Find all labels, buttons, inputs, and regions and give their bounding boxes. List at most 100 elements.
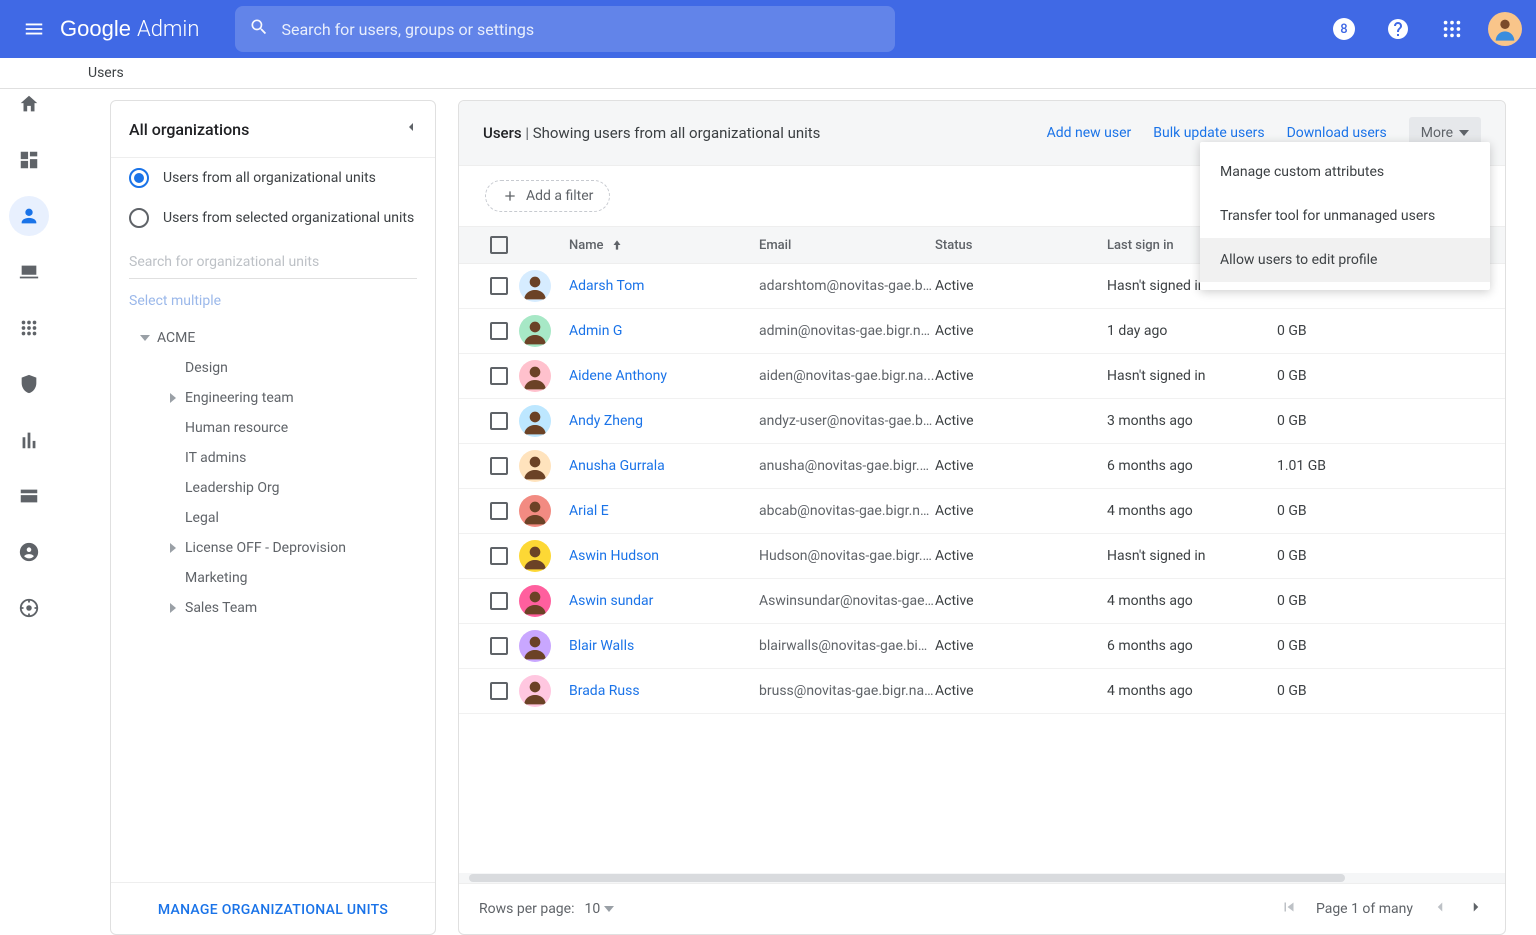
row-checkbox[interactable] bbox=[490, 322, 508, 340]
tree-item[interactable]: Leadership Org bbox=[125, 473, 429, 503]
row-checkbox[interactable] bbox=[490, 592, 508, 610]
row-checkbox[interactable] bbox=[490, 367, 508, 385]
user-email: Hudson@novitas-gae.bigr.n... bbox=[759, 548, 935, 564]
nav-rules-icon[interactable] bbox=[9, 588, 49, 628]
table-row[interactable]: Brada Russbruss@novitas-gae.bigr.na...Ac… bbox=[459, 669, 1505, 714]
updates-badge[interactable]: 8 bbox=[1326, 11, 1362, 47]
app-logo[interactable]: Google Admin bbox=[60, 16, 199, 42]
menu-transfer-tool[interactable]: Transfer tool for unmanaged users bbox=[1200, 194, 1490, 238]
table-row[interactable]: Aswin sundarAswinsundar@novitas-gae...Ac… bbox=[459, 579, 1505, 624]
user-name-link[interactable]: Brada Russ bbox=[569, 683, 640, 699]
user-storage: 0 GB bbox=[1277, 368, 1417, 384]
breadcrumb[interactable]: Users bbox=[78, 58, 134, 88]
user-name-link[interactable]: Admin G bbox=[569, 323, 622, 339]
tree-item-label: Design bbox=[185, 360, 421, 376]
breadcrumb-divider bbox=[0, 88, 1536, 89]
rows-per-page-select[interactable]: 10 bbox=[584, 901, 614, 917]
user-name-link[interactable]: Adarsh Tom bbox=[569, 278, 644, 294]
row-checkbox[interactable] bbox=[490, 457, 508, 475]
user-avatar-icon bbox=[519, 315, 551, 347]
logo-google: Google bbox=[60, 16, 131, 42]
user-email: aiden@novitas-gae.bigr.na... bbox=[759, 368, 935, 384]
table-row[interactable]: Aidene Anthony aiden@novitas-gae.bigr.na.… bbox=[459, 354, 1505, 399]
table-row[interactable]: Arial Eabcab@novitas-gae.bigr.na...Activ… bbox=[459, 489, 1505, 534]
nav-apps-grid-icon[interactable] bbox=[9, 308, 49, 348]
tree-item[interactable]: Legal bbox=[125, 503, 429, 533]
menu-icon[interactable] bbox=[14, 9, 54, 49]
nav-reports-icon[interactable] bbox=[9, 420, 49, 460]
row-checkbox[interactable] bbox=[490, 412, 508, 430]
menu-allow-edit-profile[interactable]: Allow users to edit profile bbox=[1200, 238, 1490, 282]
user-name-link[interactable]: Aswin Hudson bbox=[569, 548, 659, 564]
arrow-up-icon bbox=[610, 238, 624, 252]
tree-item-label: Legal bbox=[185, 510, 421, 526]
tree-item[interactable]: Sales Team bbox=[125, 593, 429, 623]
tree-item[interactable]: IT admins bbox=[125, 443, 429, 473]
bulk-update-link[interactable]: Bulk update users bbox=[1153, 125, 1264, 141]
radio-selected-orgs[interactable]: Users from selected organizational units bbox=[111, 198, 435, 238]
nav-dashboard-icon[interactable] bbox=[9, 140, 49, 180]
manage-orgs-link[interactable]: MANAGE ORGANIZATIONAL UNITS bbox=[158, 902, 388, 918]
global-search[interactable] bbox=[235, 6, 895, 52]
tree-item[interactable]: License OFF - Deprovision bbox=[125, 533, 429, 563]
profile-avatar[interactable] bbox=[1488, 12, 1522, 46]
first-page-icon[interactable] bbox=[1280, 898, 1298, 920]
radio-all-orgs[interactable]: Users from all organizational units bbox=[111, 158, 435, 198]
org-tree: ACME Design Engineering teamHuman resourc… bbox=[111, 323, 435, 882]
nav-devices-icon[interactable] bbox=[9, 252, 49, 292]
page-text: Page 1 of many bbox=[1316, 901, 1413, 917]
org-search-input[interactable] bbox=[129, 246, 417, 279]
user-email: bruss@novitas-gae.bigr.na... bbox=[759, 683, 935, 699]
user-name-link[interactable]: Aidene Anthony bbox=[569, 368, 667, 384]
row-checkbox[interactable] bbox=[490, 682, 508, 700]
sort-name[interactable]: Name bbox=[569, 238, 624, 253]
table-row[interactable]: Blair Wallsblairwalls@novitas-gae.bigr..… bbox=[459, 624, 1505, 669]
tree-item[interactable]: Marketing bbox=[125, 563, 429, 593]
user-status: Active bbox=[935, 593, 1107, 609]
table-row[interactable]: Admin Gadmin@novitas-gae.bigr.na...Activ… bbox=[459, 309, 1505, 354]
apps-icon[interactable] bbox=[1434, 11, 1470, 47]
tree-item[interactable]: Engineering team bbox=[125, 383, 429, 413]
help-icon[interactable] bbox=[1380, 11, 1416, 47]
nav-security-icon[interactable] bbox=[9, 364, 49, 404]
tree-root[interactable]: ACME bbox=[125, 323, 429, 353]
user-storage: 0 GB bbox=[1277, 413, 1417, 429]
nav-users-icon[interactable] bbox=[9, 196, 49, 236]
user-name-link[interactable]: Anusha Gurrala bbox=[569, 458, 665, 474]
table-row[interactable]: Anusha Gurralaanusha@novitas-gae.bigr.n.… bbox=[459, 444, 1505, 489]
row-checkbox[interactable] bbox=[490, 502, 508, 520]
select-all-checkbox[interactable] bbox=[490, 236, 508, 254]
prev-page-icon[interactable] bbox=[1431, 898, 1449, 920]
tree-item-label: IT admins bbox=[185, 450, 421, 466]
next-page-icon[interactable] bbox=[1467, 898, 1485, 920]
user-name-link[interactable]: Blair Walls bbox=[569, 638, 634, 654]
tree-item[interactable]: Human resource bbox=[125, 413, 429, 443]
caret-right-icon bbox=[161, 543, 185, 553]
menu-manage-attributes[interactable]: Manage custom attributes bbox=[1200, 150, 1490, 194]
tree-item[interactable]: Design bbox=[125, 353, 429, 383]
user-name-link[interactable]: Andy Zheng bbox=[569, 413, 643, 429]
user-name-link[interactable]: Arial E bbox=[569, 503, 609, 519]
nav-home-icon[interactable] bbox=[9, 84, 49, 124]
user-avatar-icon bbox=[519, 540, 551, 572]
col-email[interactable]: Email bbox=[759, 238, 935, 253]
user-avatar-icon bbox=[519, 495, 551, 527]
nav-account-icon[interactable] bbox=[9, 532, 49, 572]
user-avatar-icon bbox=[519, 675, 551, 707]
add-filter-button[interactable]: Add a filter bbox=[485, 180, 610, 212]
horizontal-scrollbar[interactable] bbox=[459, 873, 1505, 883]
row-checkbox[interactable] bbox=[490, 637, 508, 655]
col-status[interactable]: Status bbox=[935, 238, 1107, 253]
nav-billing-icon[interactable] bbox=[9, 476, 49, 516]
add-new-user-link[interactable]: Add new user bbox=[1047, 125, 1132, 141]
table-row[interactable]: Aswin Hudson Hudson@novitas-gae.bigr.n...… bbox=[459, 534, 1505, 579]
download-users-link[interactable]: Download users bbox=[1287, 125, 1387, 141]
row-checkbox[interactable] bbox=[490, 277, 508, 295]
user-status: Active bbox=[935, 323, 1107, 339]
table-row[interactable]: Andy Zhengandyz-user@novitas-gae.bi...Ac… bbox=[459, 399, 1505, 444]
select-multiple-link[interactable]: Select multiple bbox=[111, 287, 435, 323]
user-name-link[interactable]: Aswin sundar bbox=[569, 593, 653, 609]
collapse-sidebar-icon[interactable] bbox=[403, 119, 419, 139]
row-checkbox[interactable] bbox=[490, 547, 508, 565]
global-search-input[interactable] bbox=[281, 20, 881, 39]
